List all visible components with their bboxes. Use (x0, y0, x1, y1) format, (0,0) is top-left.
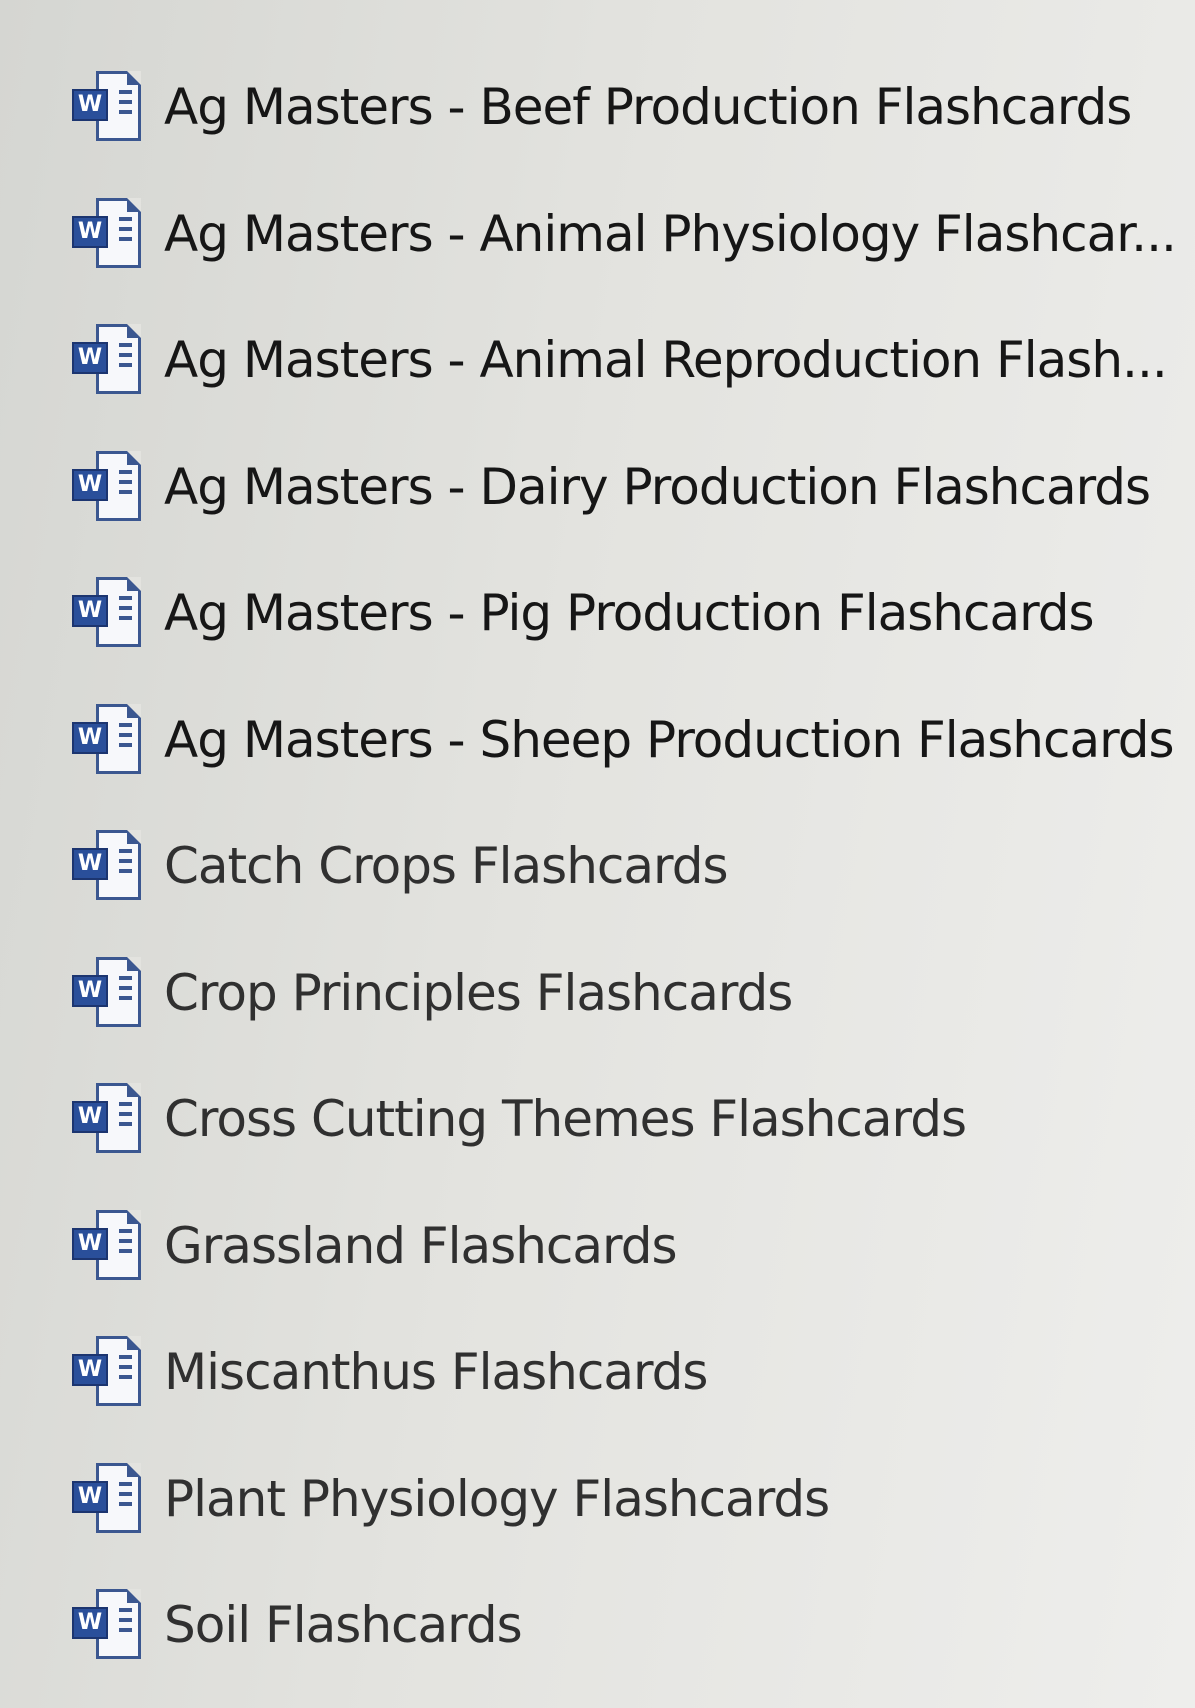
file-name: Ag Masters - Sheep Production Flashcards (164, 710, 1174, 769)
word-document-icon: W (72, 67, 148, 147)
file-name: Soil Flashcards (164, 1596, 522, 1655)
word-document-icon: W (72, 320, 148, 400)
file-name: Ag Masters - Pig Production Flashcards (164, 584, 1094, 643)
word-document-icon: W (72, 194, 148, 274)
file-name: Catch Crops Flashcards (164, 837, 728, 896)
file-item-plant-physiology[interactable]: W Plant Physiology Flashcards (72, 1436, 1195, 1563)
word-document-icon: W (72, 573, 148, 653)
file-item-soil[interactable]: W Soil Flashcards (72, 1562, 1195, 1689)
file-name: Ag Masters - Animal Reproduction Flash..… (164, 331, 1167, 390)
file-name: Ag Masters - Beef Production Flashcards (164, 78, 1132, 137)
file-name: Cross Cutting Themes Flashcards (164, 1090, 967, 1149)
file-list: W Ag Masters - Beef Production Flashcard… (72, 44, 1195, 1689)
word-document-icon: W (72, 700, 148, 780)
file-name: Plant Physiology Flashcards (164, 1469, 830, 1528)
word-document-icon: W (72, 1459, 148, 1539)
file-item-dairy-production[interactable]: W Ag Masters - Dairy Production Flashcar… (72, 424, 1195, 551)
file-item-miscanthus[interactable]: W Miscanthus Flashcards (72, 1309, 1195, 1436)
file-name: Grassland Flashcards (164, 1216, 677, 1275)
word-document-icon: W (72, 447, 148, 527)
word-document-icon: W (72, 953, 148, 1033)
file-item-pig-production[interactable]: W Ag Masters - Pig Production Flashcards (72, 550, 1195, 677)
word-document-icon: W (72, 1585, 148, 1665)
file-item-cross-cutting-themes[interactable]: W Cross Cutting Themes Flashcards (72, 1056, 1195, 1183)
file-item-animal-reproduction[interactable]: W Ag Masters - Animal Reproduction Flash… (72, 297, 1195, 424)
word-document-icon: W (72, 826, 148, 906)
file-item-catch-crops[interactable]: W Catch Crops Flashcards (72, 803, 1195, 930)
file-name: Crop Principles Flashcards (164, 963, 793, 1022)
word-document-icon: W (72, 1079, 148, 1159)
word-document-icon: W (72, 1206, 148, 1286)
file-name: Ag Masters - Dairy Production Flashcards (164, 457, 1151, 516)
file-item-animal-physiology[interactable]: W Ag Masters - Animal Physiology Flashca… (72, 171, 1195, 298)
file-item-grassland[interactable]: W Grassland Flashcards (72, 1183, 1195, 1310)
file-item-beef-production[interactable]: W Ag Masters - Beef Production Flashcard… (72, 44, 1195, 171)
file-name: Ag Masters - Animal Physiology Flashcar.… (164, 204, 1176, 263)
file-item-sheep-production[interactable]: W Ag Masters - Sheep Production Flashcar… (72, 677, 1195, 804)
file-item-crop-principles[interactable]: W Crop Principles Flashcards (72, 930, 1195, 1057)
word-document-icon: W (72, 1332, 148, 1412)
file-name: Miscanthus Flashcards (164, 1343, 708, 1402)
